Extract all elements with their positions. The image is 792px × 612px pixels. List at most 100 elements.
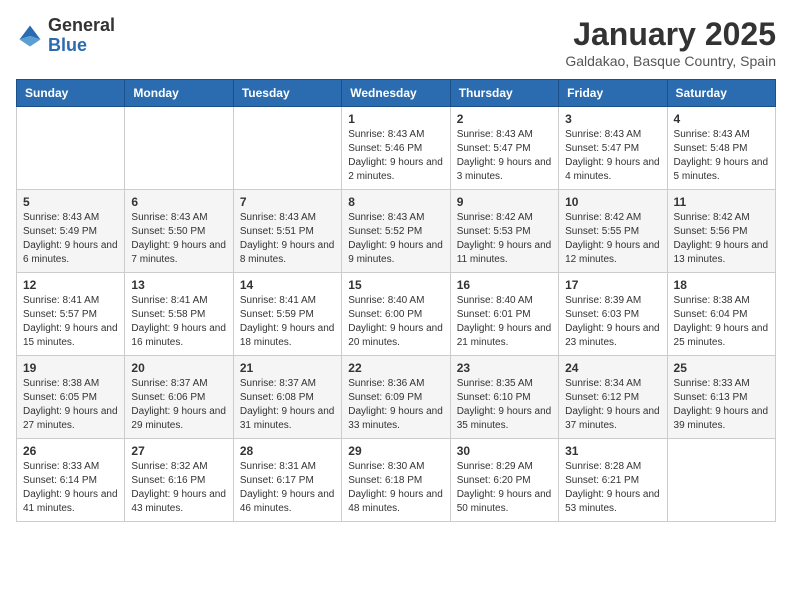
calendar-cell: 16 Sunrise: 8:40 AMSunset: 6:01 PMDayligh… [450, 273, 558, 356]
calendar-cell: 13Sunrise: 8:41 AMSunset: 5:58 PMDayligh… [125, 273, 233, 356]
calendar-week-row: 12 Sunrise: 8:41 AMSunset: 5:57 PMDayligh… [17, 273, 776, 356]
page-header: General Blue January 2025 Galdakao, Basq… [16, 16, 776, 69]
calendar-cell: 20 Sunrise: 8:37 AMSunset: 6:06 PMDayligh… [125, 356, 233, 439]
day-info: Sunrise: 8:42 AMSunset: 5:56 PMDaylight:… [674, 211, 769, 267]
calendar-cell: 31Sunrise: 8:28 AMSunset: 6:21 PMDayligh… [559, 439, 667, 522]
day-number: 31 [565, 444, 660, 458]
calendar-cell: 26Sunrise: 8:33 AMSunset: 6:14 PMDayligh… [17, 439, 125, 522]
day-info: Sunrise: 8:37 AMSunset: 6:08 PMDaylight:… [240, 377, 335, 433]
calendar-cell: 14 Sunrise: 8:41 AMSunset: 5:59 PMDayligh… [233, 273, 341, 356]
day-info: Sunrise: 8:32 AMSunset: 6:16 PMDaylight:… [131, 460, 226, 516]
calendar-cell [17, 107, 125, 190]
day-number: 2 [457, 112, 552, 126]
calendar-cell: 24 Sunrise: 8:34 AMSunset: 6:12 PMDayligh… [559, 356, 667, 439]
title-block: January 2025 Galdakao, Basque Country, S… [565, 16, 776, 69]
day-number: 25 [674, 361, 769, 375]
day-info: Sunrise: 8:41 AMSunset: 5:59 PMDaylight:… [240, 294, 335, 350]
day-number: 20 [131, 361, 226, 375]
day-number: 16 [457, 278, 552, 292]
day-info: Sunrise: 8:39 AMSunset: 6:03 PMDaylight:… [565, 294, 660, 350]
day-info: Sunrise: 8:37 AMSunset: 6:06 PMDaylight:… [131, 377, 226, 433]
day-number: 18 [674, 278, 769, 292]
day-info: Sunrise: 8:34 AMSunset: 6:12 PMDaylight:… [565, 377, 660, 433]
calendar-cell: 11 Sunrise: 8:42 AMSunset: 5:56 PMDayligh… [667, 190, 775, 273]
calendar-cell: 27 Sunrise: 8:32 AMSunset: 6:16 PMDayligh… [125, 439, 233, 522]
calendar-cell: 1 Sunrise: 8:43 AMSunset: 5:46 PMDaylight… [342, 107, 450, 190]
calendar-cell: 5Sunrise: 8:43 AMSunset: 5:49 PMDaylight… [17, 190, 125, 273]
logo: General Blue [16, 16, 115, 56]
day-info: Sunrise: 8:43 AMSunset: 5:47 PMDaylight:… [565, 128, 660, 184]
logo-blue-text: Blue [48, 35, 87, 55]
day-info: Sunrise: 8:29 AMSunset: 6:20 PMDaylight:… [457, 460, 552, 516]
calendar-cell: 29Sunrise: 8:30 AMSunset: 6:18 PMDayligh… [342, 439, 450, 522]
day-number: 27 [131, 444, 226, 458]
calendar-cell: 25 Sunrise: 8:33 AMSunset: 6:13 PMDayligh… [667, 356, 775, 439]
calendar-header-row: SundayMondayTuesdayWednesdayThursdayFrid… [17, 80, 776, 107]
calendar-cell: 23 Sunrise: 8:35 AMSunset: 6:10 PMDayligh… [450, 356, 558, 439]
day-info: Sunrise: 8:36 AMSunset: 6:09 PMDaylight:… [348, 377, 443, 433]
calendar-table: SundayMondayTuesdayWednesdayThursdayFrid… [16, 79, 776, 522]
calendar-cell: 18 Sunrise: 8:38 AMSunset: 6:04 PMDayligh… [667, 273, 775, 356]
day-number: 15 [348, 278, 443, 292]
logo-icon [16, 22, 44, 50]
day-info: Sunrise: 8:38 AMSunset: 6:05 PMDaylight:… [23, 377, 118, 433]
calendar-cell: 4 Sunrise: 8:43 AMSunset: 5:48 PMDaylight… [667, 107, 775, 190]
weekday-header-wednesday: Wednesday [342, 80, 450, 107]
day-info: Sunrise: 8:43 AMSunset: 5:47 PMDaylight:… [457, 128, 552, 184]
calendar-cell: 2 Sunrise: 8:43 AMSunset: 5:47 PMDaylight… [450, 107, 558, 190]
location-subtitle: Galdakao, Basque Country, Spain [565, 53, 776, 69]
day-info: Sunrise: 8:38 AMSunset: 6:04 PMDaylight:… [674, 294, 769, 350]
weekday-header-sunday: Sunday [17, 80, 125, 107]
day-info: Sunrise: 8:43 AMSunset: 5:46 PMDaylight:… [348, 128, 443, 184]
day-info: Sunrise: 8:35 AMSunset: 6:10 PMDaylight:… [457, 377, 552, 433]
day-number: 23 [457, 361, 552, 375]
calendar-cell: 6Sunrise: 8:43 AMSunset: 5:50 PMDaylight… [125, 190, 233, 273]
day-info: Sunrise: 8:41 AMSunset: 5:57 PMDaylight:… [23, 294, 118, 350]
day-number: 8 [348, 195, 443, 209]
weekday-header-monday: Monday [125, 80, 233, 107]
day-number: 28 [240, 444, 335, 458]
weekday-header-saturday: Saturday [667, 80, 775, 107]
day-number: 14 [240, 278, 335, 292]
calendar-cell: 3 Sunrise: 8:43 AMSunset: 5:47 PMDaylight… [559, 107, 667, 190]
calendar-cell [125, 107, 233, 190]
calendar-cell: 8 Sunrise: 8:43 AMSunset: 5:52 PMDaylight… [342, 190, 450, 273]
calendar-cell: 12 Sunrise: 8:41 AMSunset: 5:57 PMDayligh… [17, 273, 125, 356]
day-number: 17 [565, 278, 660, 292]
calendar-cell: 17 Sunrise: 8:39 AMSunset: 6:03 PMDayligh… [559, 273, 667, 356]
day-number: 7 [240, 195, 335, 209]
calendar-week-row: 26Sunrise: 8:33 AMSunset: 6:14 PMDayligh… [17, 439, 776, 522]
day-number: 3 [565, 112, 660, 126]
weekday-header-thursday: Thursday [450, 80, 558, 107]
day-info: Sunrise: 8:30 AMSunset: 6:18 PMDaylight:… [348, 460, 443, 516]
day-info: Sunrise: 8:33 AMSunset: 6:13 PMDaylight:… [674, 377, 769, 433]
calendar-cell: 10 Sunrise: 8:42 AMSunset: 5:55 PMDayligh… [559, 190, 667, 273]
day-info: Sunrise: 8:43 AMSunset: 5:48 PMDaylight:… [674, 128, 769, 184]
day-info: Sunrise: 8:43 AMSunset: 5:52 PMDaylight:… [348, 211, 443, 267]
calendar-week-row: 5Sunrise: 8:43 AMSunset: 5:49 PMDaylight… [17, 190, 776, 273]
logo-general-text: General [48, 15, 115, 35]
day-number: 22 [348, 361, 443, 375]
day-number: 11 [674, 195, 769, 209]
calendar-cell: 15 Sunrise: 8:40 AMSunset: 6:00 PMDayligh… [342, 273, 450, 356]
calendar-cell [667, 439, 775, 522]
day-info: Sunrise: 8:42 AMSunset: 5:55 PMDaylight:… [565, 211, 660, 267]
day-number: 4 [674, 112, 769, 126]
day-number: 21 [240, 361, 335, 375]
calendar-cell: 30Sunrise: 8:29 AMSunset: 6:20 PMDayligh… [450, 439, 558, 522]
day-info: Sunrise: 8:43 AMSunset: 5:50 PMDaylight:… [131, 211, 226, 267]
calendar-cell [233, 107, 341, 190]
day-number: 12 [23, 278, 118, 292]
day-info: Sunrise: 8:43 AMSunset: 5:49 PMDaylight:… [23, 211, 118, 267]
calendar-cell: 28Sunrise: 8:31 AMSunset: 6:17 PMDayligh… [233, 439, 341, 522]
day-number: 10 [565, 195, 660, 209]
month-title: January 2025 [565, 16, 776, 53]
calendar-cell: 21 Sunrise: 8:37 AMSunset: 6:08 PMDayligh… [233, 356, 341, 439]
day-info: Sunrise: 8:40 AMSunset: 6:00 PMDaylight:… [348, 294, 443, 350]
day-number: 24 [565, 361, 660, 375]
calendar-cell: 22 Sunrise: 8:36 AMSunset: 6:09 PMDayligh… [342, 356, 450, 439]
day-number: 9 [457, 195, 552, 209]
day-info: Sunrise: 8:40 AMSunset: 6:01 PMDaylight:… [457, 294, 552, 350]
day-number: 1 [348, 112, 443, 126]
weekday-header-friday: Friday [559, 80, 667, 107]
